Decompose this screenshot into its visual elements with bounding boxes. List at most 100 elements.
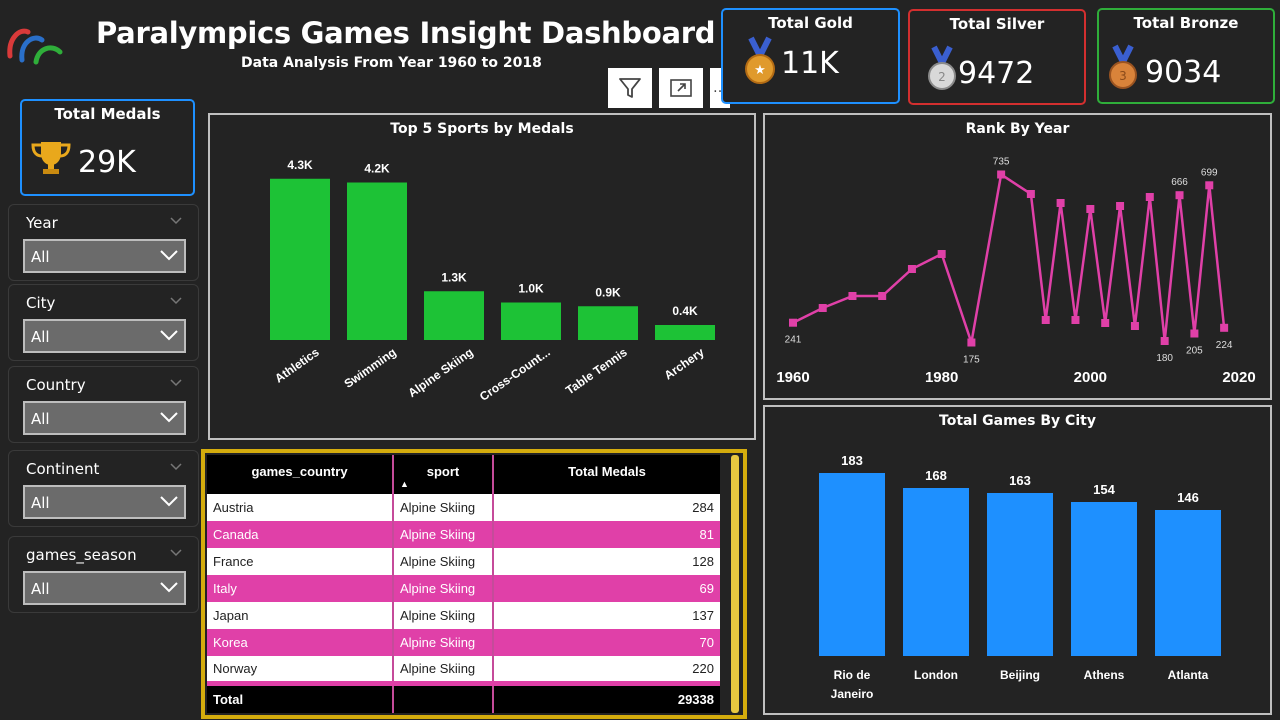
chevron-down-icon[interactable] (170, 297, 182, 305)
data-point (967, 338, 976, 347)
filter-country: Country All (8, 366, 199, 443)
category-label: Rio de (834, 668, 871, 682)
data-label: 4.2K (364, 162, 390, 176)
table-row[interactable]: Korea Alpine Skiing 70 (207, 629, 720, 656)
table-scrollbar[interactable] (731, 455, 739, 713)
x-tick-label: 2000 (1074, 369, 1107, 386)
filter-games-season: games_season All (8, 536, 199, 613)
category-label: Alpine Skiing (405, 345, 475, 400)
table-row[interactable]: Italy Alpine Skiing 69 (207, 575, 720, 602)
chevron-down-icon[interactable] (170, 217, 182, 225)
total-silver-value: 9472 (958, 56, 1035, 91)
bar (578, 306, 638, 340)
filter-label: Year (26, 214, 58, 232)
filter-label: Continent (26, 460, 100, 478)
rank-by-year-chart: Rank By Year 241 175 735 180 666 205 699 224 196… (763, 113, 1272, 400)
cell-total-medals: 81 (493, 521, 720, 548)
cell-country: Norway (207, 656, 394, 683)
category-label: Janeiro (831, 687, 874, 701)
medals-table: games_country sport ▲ Total Medals Austr… (207, 455, 720, 713)
data-label: 154 (1093, 482, 1115, 497)
cell-total-medals: 128 (493, 548, 720, 575)
table-row[interactable]: Norway Alpine Skiing 220 (207, 656, 720, 683)
cell-country: Italy (207, 575, 394, 602)
chevron-down-icon[interactable] (170, 463, 182, 471)
total-spacer (393, 680, 494, 713)
total-gold-value: 11K (781, 46, 839, 81)
filter-dropdown[interactable]: All (23, 239, 186, 273)
data-point (1086, 205, 1095, 213)
focus-mode-button[interactable] (659, 68, 703, 108)
filter-value: All (31, 580, 50, 598)
filter-dropdown[interactable]: All (23, 401, 186, 435)
filter-dropdown[interactable]: All (23, 319, 186, 353)
total-gold-card: Total Gold ★ 11K (721, 8, 900, 104)
filter-value: All (31, 410, 50, 428)
filter-value: All (31, 494, 50, 512)
games-by-city-chart: Total Games By City 183 Rio de Janeiro 168 L… (763, 405, 1272, 715)
dropdown-arrow-icon (160, 330, 178, 341)
table-row[interactable]: Austria Alpine Skiing 284 (207, 494, 720, 521)
dropdown-arrow-icon (160, 496, 178, 507)
filter-dropdown[interactable]: All (23, 571, 186, 605)
data-point (848, 292, 857, 300)
total-silver-label: Total Silver (949, 15, 1045, 33)
medals-table-panel: games_country sport ▲ Total Medals Austr… (201, 449, 747, 719)
filter-dropdown[interactable]: All (23, 485, 186, 519)
total-label: Total (207, 680, 394, 713)
focus-mode-icon (670, 79, 692, 97)
data-label: 146 (1177, 490, 1199, 505)
data-point (1130, 322, 1139, 330)
data-point (1071, 316, 1080, 324)
cell-sport: Alpine Skiing (393, 548, 494, 575)
cell-total-medals: 220 (493, 656, 720, 683)
chevron-down-icon[interactable] (170, 549, 182, 557)
bar (1071, 502, 1137, 656)
data-label: 224 (1216, 340, 1233, 351)
data-point (878, 292, 887, 300)
data-label: 1.3K (441, 270, 467, 284)
filter-value: All (31, 328, 50, 346)
data-point (818, 304, 827, 312)
data-point (1160, 337, 1169, 345)
bar (903, 488, 969, 656)
filter-city: City All (8, 284, 199, 361)
cell-sport: Alpine Skiing (393, 575, 494, 602)
filter-button[interactable] (608, 68, 652, 108)
filter-label: Country (26, 376, 86, 394)
silver-medal-icon: 2 (928, 45, 956, 90)
total-value: 29338 (493, 680, 720, 713)
chevron-down-icon[interactable] (170, 379, 182, 387)
cell-country: Japan (207, 602, 394, 629)
filter-year: Year All (8, 204, 199, 281)
cell-sport: Alpine Skiing (393, 521, 494, 548)
data-point (1145, 193, 1154, 201)
table-row[interactable]: Japan Alpine Skiing 137 (207, 602, 720, 629)
svg-text:3: 3 (1119, 69, 1127, 83)
table-row[interactable]: France Alpine Skiing 128 (207, 548, 720, 575)
data-point (1026, 190, 1035, 198)
column-header-total-medals[interactable]: Total Medals (493, 455, 720, 494)
column-header-country[interactable]: games_country (207, 455, 394, 494)
trophy-icon (31, 142, 71, 174)
filter-label: City (26, 294, 56, 312)
cell-sport: Alpine Skiing (393, 494, 494, 521)
top-sports-chart: Top 5 Sports by Medals 4.3K Athletics 4.2K… (208, 113, 756, 440)
data-label: 241 (785, 335, 802, 346)
data-point (1101, 319, 1110, 327)
total-bronze-label: Total Bronze (1133, 14, 1239, 32)
games-by-city-svg: 183 Rio de Janeiro 168 London 163 Beijing 154 At… (819, 453, 1221, 701)
data-label: 0.9K (595, 285, 621, 299)
column-header-sport[interactable]: sport ▲ (393, 455, 494, 494)
data-point (1175, 191, 1184, 200)
cell-sport: Alpine Skiing (393, 629, 494, 656)
category-label: Athens (1084, 668, 1125, 682)
x-tick-label: 1980 (925, 369, 958, 386)
category-label: Table Tennis (563, 345, 630, 398)
filter-value: All (31, 248, 50, 266)
data-point (1056, 199, 1065, 207)
data-label: 4.3K (287, 158, 313, 172)
table-row[interactable]: Canada Alpine Skiing 81 (207, 521, 720, 548)
cell-total-medals: 69 (493, 575, 720, 602)
category-label: Swimming (342, 345, 399, 391)
